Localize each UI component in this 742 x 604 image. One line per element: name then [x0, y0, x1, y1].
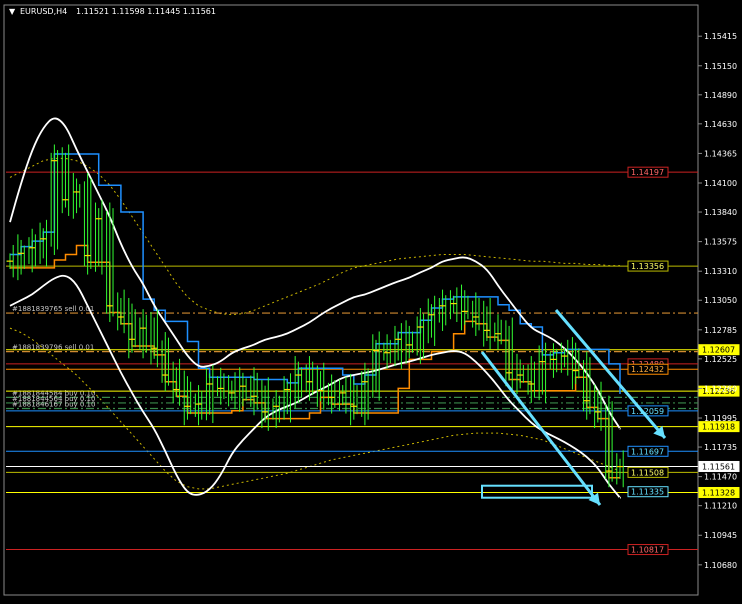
order-label: #1881839796 sell 0.01	[12, 344, 94, 352]
y-tick-label: 1.14630	[704, 120, 737, 129]
price-level-label: 1.11335	[631, 488, 664, 497]
order-label: #1881839765 sell 0.01	[12, 305, 94, 313]
price-level-label: 1.11697	[631, 447, 664, 456]
y-tick-label: 1.15415	[704, 32, 737, 41]
y-tick-label: 1.12260	[704, 384, 737, 393]
price-level-label: 1.12059	[631, 407, 664, 416]
price-level-label: 1.11918	[702, 423, 735, 432]
symbol-label: EURUSD,H4	[20, 7, 67, 16]
y-tick-label: 1.13840	[704, 208, 737, 217]
price-level-label: 1.12432	[631, 365, 664, 374]
price-level-label: 1.11508	[631, 468, 664, 477]
price-level-label: 1.14197	[631, 168, 664, 177]
chart-header: ▼ EURUSD,H4 1.11521 1.11598 1.11445 1.11…	[9, 7, 216, 16]
y-tick-label: 1.14365	[704, 149, 737, 158]
price-level-label: 1.11561	[702, 462, 735, 471]
price-level-label: 1.13356	[631, 262, 664, 271]
ohlc-values: 1.11521 1.11598 1.11445 1.11561	[76, 7, 216, 16]
price-level-label: 1.10817	[631, 546, 664, 555]
price-chart[interactable]: #1881839765 sell 0.01 #1881839796 sell 0.…	[0, 0, 742, 600]
y-tick-label: 1.13575	[704, 238, 737, 247]
y-tick-label: 1.11210	[704, 502, 737, 511]
price-level-label: 1.12607	[702, 346, 735, 355]
price-level-label: 1.11328	[702, 488, 735, 497]
y-tick-label: 1.10945	[704, 531, 737, 540]
plot-frame	[3, 4, 699, 596]
y-tick-label: 1.12525	[704, 355, 737, 364]
y-tick-label: 1.14890	[704, 91, 737, 100]
y-tick-label: 1.13310	[704, 267, 737, 276]
y-tick-label: 1.14100	[704, 179, 737, 188]
chart-window[interactable]: #1881839765 sell 0.01 #1881839796 sell 0.…	[0, 0, 742, 600]
order-label: #1881846167 buy 0.10	[12, 401, 95, 409]
y-tick-label: 1.12785	[704, 326, 737, 335]
y-tick-label: 1.11735	[704, 443, 737, 452]
y-tick-label: 1.15150	[704, 62, 737, 71]
collapse-arrow-icon[interactable]: ▼	[9, 7, 16, 16]
y-tick-label: 1.13050	[704, 296, 737, 305]
y-tick-label: 1.11995	[704, 414, 737, 423]
y-tick-label: 1.11470	[704, 473, 737, 482]
y-tick-label: 1.10680	[704, 561, 737, 570]
